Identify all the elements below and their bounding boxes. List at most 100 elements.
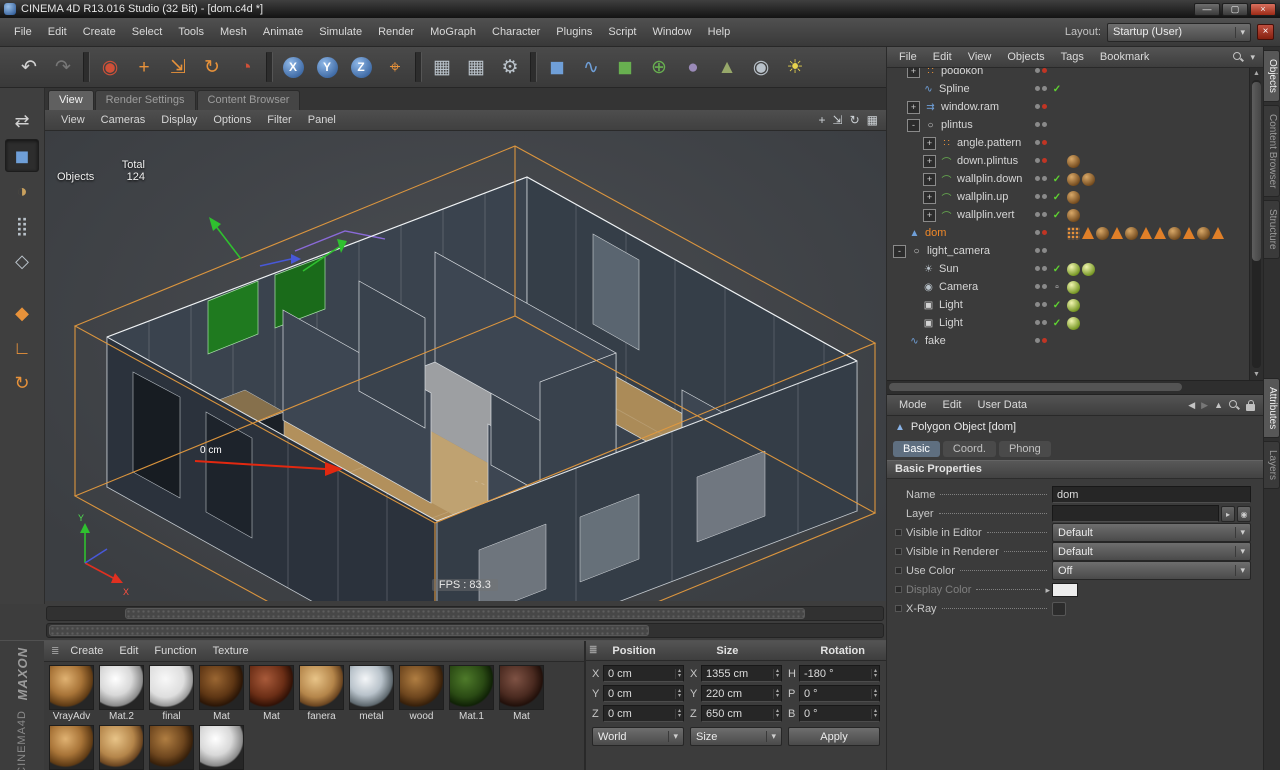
enable-toggle[interactable] xyxy=(1051,84,1063,95)
visibility-dots[interactable] xyxy=(1035,302,1047,308)
texture-tag[interactable] xyxy=(1067,227,1080,240)
stepper-arrows[interactable]: ▴▾ xyxy=(871,709,877,719)
panel-tab[interactable]: Structure xyxy=(1264,200,1280,259)
object-row[interactable]: ∿ Spline xyxy=(887,80,1249,98)
visibility-dots[interactable] xyxy=(1035,338,1047,344)
expander-toggle[interactable] xyxy=(907,300,918,311)
material-thumbnail[interactable] xyxy=(349,665,394,710)
rotate-icon[interactable]: ↻ xyxy=(195,50,229,84)
minimize-button[interactable]: — xyxy=(1194,3,1220,16)
menu-item[interactable]: Simulate xyxy=(311,23,370,41)
expander-toggle[interactable] xyxy=(907,318,918,329)
visible-renderer-dropdown[interactable]: Default▾ xyxy=(1052,542,1251,561)
expander-toggle[interactable]: + xyxy=(907,101,920,114)
material-item[interactable]: Mat xyxy=(498,665,545,722)
enable-toggle[interactable] xyxy=(1051,264,1063,275)
viewport-menu-item[interactable]: Options xyxy=(205,114,259,126)
rotation-p-field[interactable]: 0 °▴▾ xyxy=(799,685,880,702)
object-row[interactable]: + ∷ angle.pattern xyxy=(887,134,1249,152)
attribute-tab[interactable]: Coord. xyxy=(943,441,996,457)
expander-toggle[interactable]: + xyxy=(923,155,936,168)
object-label[interactable]: wallplin.down xyxy=(957,173,1022,185)
object-label[interactable]: Light xyxy=(939,317,963,329)
material-item[interactable]: Mat xyxy=(248,665,295,722)
materials-menu-item[interactable]: Edit xyxy=(111,645,146,657)
viewport-menu-item[interactable]: View xyxy=(53,114,93,126)
live-selection-icon[interactable]: ◉ xyxy=(93,50,127,84)
search-icon[interactable] xyxy=(1233,52,1244,63)
object-row[interactable]: + ⌒ wallplin.vert xyxy=(887,206,1249,224)
render-settings-icon[interactable]: ⚙ xyxy=(493,50,527,84)
texture-tag[interactable] xyxy=(1067,155,1080,168)
visibility-dots[interactable] xyxy=(1035,122,1047,128)
texture-tag[interactable] xyxy=(1197,227,1210,240)
expander-toggle[interactable] xyxy=(893,228,904,239)
material-item[interactable]: Mat.1 xyxy=(448,665,495,722)
keyframe-dot[interactable] xyxy=(895,586,902,593)
points-mode-icon[interactable]: ⣿ xyxy=(5,209,39,242)
visibility-dots[interactable] xyxy=(1035,158,1047,164)
texture-tag[interactable] xyxy=(1154,227,1166,239)
expander-toggle[interactable]: - xyxy=(893,245,906,258)
keyframe-dot[interactable] xyxy=(895,567,902,574)
enable-toggle[interactable] xyxy=(1051,210,1063,221)
object-label[interactable]: window.ram xyxy=(941,101,999,113)
object-tree-hscrollbar[interactable] xyxy=(887,380,1263,395)
object-manager-menu-item[interactable]: Edit xyxy=(925,51,960,63)
texture-tag[interactable] xyxy=(1212,227,1224,239)
chevron-down-icon[interactable]: ▾ xyxy=(1250,52,1255,63)
expander-toggle[interactable] xyxy=(907,264,918,275)
timeline-scrollbar[interactable] xyxy=(46,623,884,638)
enable-toggle[interactable] xyxy=(1051,192,1063,203)
size-y-field[interactable]: 220 cm▴▾ xyxy=(701,685,782,702)
move-icon[interactable]: + xyxy=(127,50,161,84)
menu-item[interactable]: Script xyxy=(600,23,644,41)
edges-mode-icon[interactable]: ◇ xyxy=(5,244,39,277)
visibility-dots[interactable] xyxy=(1035,140,1047,146)
visible-editor-dropdown[interactable]: Default▾ xyxy=(1052,523,1251,542)
materials-menu-item[interactable]: Function xyxy=(146,645,204,657)
menu-item[interactable]: Select xyxy=(124,23,171,41)
keyframe-dot[interactable] xyxy=(895,605,902,612)
visibility-dots[interactable] xyxy=(1035,284,1047,290)
add-deformer-icon[interactable]: ● xyxy=(676,50,710,84)
material-item[interactable]: Mat.2 xyxy=(98,665,145,722)
texture-tag[interactable] xyxy=(1140,227,1152,239)
viewport-menu-item[interactable]: Filter xyxy=(259,114,299,126)
object-label[interactable]: Spline xyxy=(939,83,970,95)
enable-toggle[interactable] xyxy=(1051,318,1063,329)
menu-item[interactable]: Create xyxy=(75,23,124,41)
close-document-button[interactable]: × xyxy=(1257,24,1274,40)
history-forward-icon[interactable]: ▶ xyxy=(1201,400,1208,411)
viewport-tab[interactable]: Content Browser xyxy=(197,90,301,110)
material-item[interactable]: metal xyxy=(348,665,395,722)
rotate-view-icon[interactable]: ↻ xyxy=(850,113,860,127)
timeline-thumb[interactable] xyxy=(125,608,805,619)
object-label[interactable]: fake xyxy=(925,335,946,347)
material-item[interactable] xyxy=(48,725,95,770)
texture-tag[interactable] xyxy=(1082,173,1095,186)
position-x-field[interactable]: 0 cm▴▾ xyxy=(603,665,684,682)
render-picture-viewer-icon[interactable]: ▦ xyxy=(459,50,493,84)
object-row[interactable]: ◉ Camera xyxy=(887,278,1249,296)
expand-arrow-icon[interactable]: ▸ xyxy=(1045,585,1050,596)
menu-item[interactable]: Plugins xyxy=(548,23,600,41)
menu-item[interactable]: Help xyxy=(700,23,739,41)
expander-toggle[interactable]: + xyxy=(923,191,936,204)
section-header[interactable]: Basic Properties xyxy=(887,460,1263,479)
add-environment-icon[interactable]: ▲ xyxy=(710,50,744,84)
menu-item[interactable]: Character xyxy=(484,23,548,41)
object-row[interactable]: + ⌒ down.plintus xyxy=(887,152,1249,170)
attribute-tab[interactable]: Phong xyxy=(999,441,1051,457)
stepper-arrows[interactable]: ▴▾ xyxy=(773,689,779,699)
material-thumbnail[interactable] xyxy=(199,665,244,710)
texture-tag[interactable] xyxy=(1168,227,1181,240)
material-thumbnail[interactable] xyxy=(49,665,94,710)
visibility-dots[interactable] xyxy=(1035,320,1047,326)
attribute-menu-item[interactable]: Edit xyxy=(935,399,970,411)
size-z-field[interactable]: 650 cm▴▾ xyxy=(701,705,782,722)
texture-mode-icon[interactable]: ◑ xyxy=(5,174,39,207)
object-manager-menu-item[interactable]: Bookmark xyxy=(1092,51,1158,63)
menu-item[interactable]: Animate xyxy=(255,23,311,41)
object-label[interactable]: dom xyxy=(925,227,946,239)
